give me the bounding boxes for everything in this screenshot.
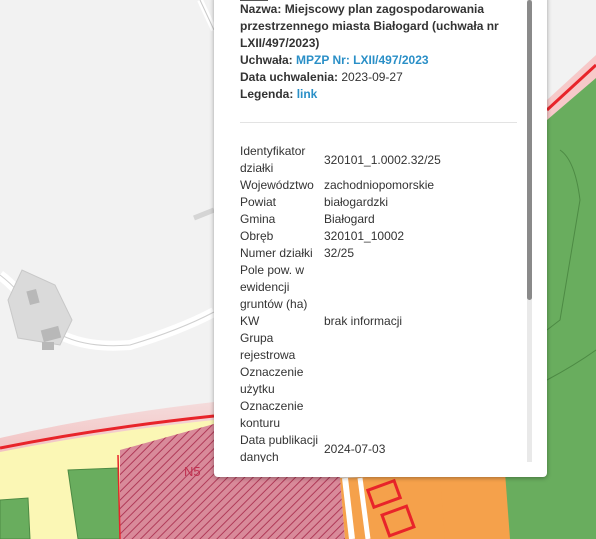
plan-legend-label: Legenda: bbox=[240, 87, 294, 101]
attr-key: Numer działki bbox=[240, 246, 313, 260]
table-row: Obręb 320101_10002 bbox=[240, 228, 500, 245]
attr-key: Obręb bbox=[240, 229, 274, 243]
attr-key: Identyfikator działki bbox=[240, 144, 306, 175]
plan-resolution-line: Uchwała: MPZP Nr: LXII/497/2023 bbox=[240, 52, 524, 69]
parcel-info-popup: Nazwa: Miejscowy plan zagospodarowania p… bbox=[214, 0, 547, 477]
table-row: Oznaczenie użytku bbox=[240, 364, 500, 398]
legend-link[interactable]: link bbox=[297, 87, 318, 101]
popup-content: Nazwa: Miejscowy plan zagospodarowania p… bbox=[240, 0, 524, 462]
zone-label: N5 bbox=[184, 464, 201, 479]
attr-value: 32/25 bbox=[324, 246, 355, 260]
plan-date-line: Data uchwalenia: 2023-09-27 bbox=[240, 69, 524, 86]
attr-value: brak informacji bbox=[324, 314, 403, 328]
table-row: Numer działki 32/25 bbox=[240, 245, 500, 262]
attr-key: Data publikacji danych bbox=[240, 433, 319, 462]
attr-value: zachodniopomorskie bbox=[324, 178, 435, 192]
table-row: Identyfikator działki 320101_1.0002.32/25 bbox=[240, 143, 500, 177]
plan-legend-line: Legenda: link bbox=[240, 86, 524, 103]
plan-date-value: 2023-09-27 bbox=[341, 70, 403, 84]
divider bbox=[240, 122, 517, 123]
attr-value bbox=[324, 262, 500, 313]
table-row: KW brak informacji bbox=[240, 313, 500, 330]
attr-value bbox=[324, 330, 500, 364]
resolution-link[interactable]: MPZP Nr: LXII/497/2023 bbox=[296, 53, 429, 67]
attr-value: białogardzki bbox=[324, 195, 389, 209]
table-row: Data publikacji danych 2024-07-03 bbox=[240, 432, 500, 462]
attr-key: KW bbox=[240, 314, 260, 328]
plan-name-label: Nazwa: bbox=[240, 2, 282, 16]
table-row: Gmina Białogard bbox=[240, 211, 500, 228]
plan-resolution-label: Uchwała: bbox=[240, 53, 293, 67]
attr-key: Grupa rejestrowa bbox=[240, 331, 296, 362]
attr-key: Powiat bbox=[240, 195, 277, 209]
attr-key: Gmina bbox=[240, 212, 276, 226]
attr-key: Oznaczenie użytku bbox=[240, 365, 304, 396]
attr-value: 320101_10002 bbox=[324, 229, 405, 243]
attr-key: Województwo bbox=[240, 178, 314, 192]
table-row: Grupa rejestrowa bbox=[240, 330, 500, 364]
plan-date-label: Data uchwalenia: bbox=[240, 70, 339, 84]
table-row: Pole pow. w ewidencji gruntów (ha) bbox=[240, 262, 500, 313]
attr-value: Białogard bbox=[324, 212, 375, 226]
table-row: Powiat białogardzki bbox=[240, 194, 500, 211]
parcel-attributes-table: Identyfikator działki 320101_1.0002.32/25… bbox=[240, 143, 500, 462]
attr-key: Oznaczenie konturu bbox=[240, 399, 304, 430]
attr-value: 2024-07-03 bbox=[324, 441, 386, 456]
table-row: Województwo zachodniopomorskie bbox=[240, 177, 500, 194]
plan-name-line: Nazwa: Miejscowy plan zagospodarowania p… bbox=[240, 1, 524, 52]
attr-value bbox=[324, 364, 500, 398]
table-row: Oznaczenie konturu bbox=[240, 398, 500, 432]
attr-value bbox=[324, 398, 500, 432]
attr-key: Pole pow. w ewidencji gruntów (ha) bbox=[240, 263, 308, 311]
popup-scrollbar-thumb[interactable] bbox=[527, 0, 532, 300]
attr-value: 320101_1.0002.32/25 bbox=[324, 152, 441, 167]
